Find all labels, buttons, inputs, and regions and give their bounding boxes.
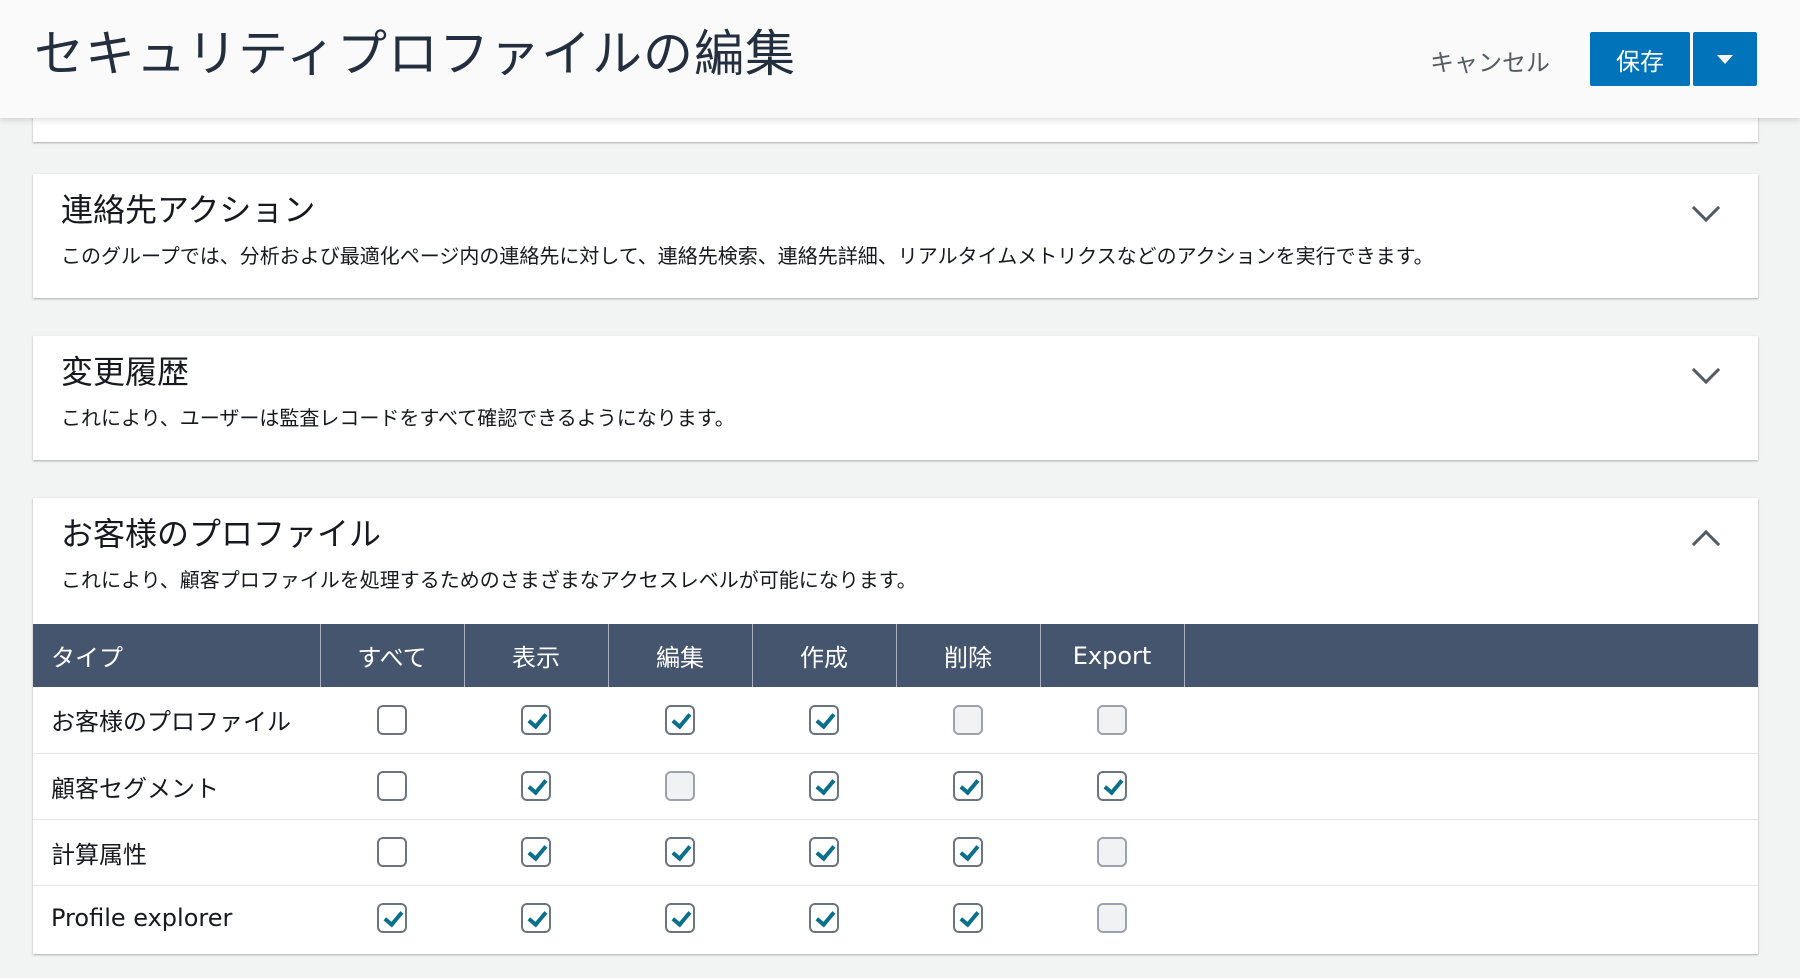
section-title: お客様のプロファイル	[61, 515, 382, 553]
checkbox-view[interactable]	[521, 771, 551, 801]
table-header-row: タイプ すべて 表示 編集 作成 削除 Export	[33, 624, 1758, 687]
section-customer-profiles: お客様のプロファイル これにより、顧客プロファイルを処理するためのさまざまなアク…	[33, 498, 1758, 954]
section-description: これにより、ユーザーは監査レコードをすべて確認できるようになります。	[61, 406, 735, 430]
permission-cell	[320, 687, 464, 754]
checkbox-all[interactable]	[377, 837, 407, 867]
permission-cell	[1040, 687, 1184, 754]
save-options-dropdown-button[interactable]	[1693, 32, 1757, 86]
checkbox-create[interactable]	[809, 837, 839, 867]
page-header: セキュリティプロファイルの編集 キャンセル 保存	[0, 0, 1800, 118]
permission-cell	[608, 753, 752, 820]
permission-cell	[320, 819, 464, 886]
checkbox-view[interactable]	[521, 704, 551, 735]
permission-cell	[1040, 753, 1184, 820]
row-type-label: 計算属性	[33, 819, 320, 886]
caret-down-icon	[1717, 54, 1733, 64]
checkbox-export	[1097, 903, 1127, 934]
filler-cell	[1184, 687, 1758, 754]
column-header-filler	[1184, 624, 1758, 687]
permission-cell	[752, 819, 896, 886]
section-change-history[interactable]: 変更履歴 これにより、ユーザーは監査レコードをすべて確認できるようになります。	[33, 336, 1758, 460]
checkbox-edit[interactable]	[665, 837, 695, 867]
section-title: 連絡先アクション	[61, 191, 316, 229]
permission-cell	[896, 753, 1040, 820]
chevron-down-icon[interactable]	[1691, 193, 1721, 223]
checkbox-edit[interactable]	[665, 903, 695, 934]
filler-cell	[1184, 819, 1758, 886]
column-header-edit: 編集	[608, 624, 753, 687]
checkbox-create[interactable]	[809, 771, 839, 801]
checkbox-delete	[953, 704, 983, 735]
table-row: 顧客セグメント	[33, 753, 1758, 820]
section-description: このグループでは、分析および最適化ページ内の連絡先に対して、連絡先検索、連絡先詳…	[61, 244, 1434, 268]
checkbox-edit[interactable]	[665, 704, 695, 735]
permission-cell	[752, 885, 896, 951]
column-header-all: すべて	[320, 624, 465, 687]
filler-cell	[1184, 753, 1758, 820]
checkbox-all[interactable]	[377, 903, 407, 934]
permission-cell	[1040, 819, 1184, 886]
checkbox-edit	[665, 771, 695, 801]
permission-cell	[752, 687, 896, 754]
filler-cell	[1184, 885, 1758, 951]
column-header-create: 作成	[752, 624, 897, 687]
permission-cell	[464, 753, 608, 820]
checkbox-view[interactable]	[521, 903, 551, 934]
checkbox-export[interactable]	[1097, 771, 1127, 801]
chevron-up-icon[interactable]	[1691, 529, 1721, 559]
permission-cell	[896, 687, 1040, 754]
permission-cell	[896, 885, 1040, 951]
chevron-down-icon[interactable]	[1691, 355, 1721, 385]
permission-cell	[464, 819, 608, 886]
table-row: Profile explorer	[33, 885, 1758, 951]
section-description: これにより、顧客プロファイルを処理するためのさまざまなアクセスレベルが可能になり…	[61, 568, 917, 592]
row-type-label: 顧客セグメント	[33, 753, 320, 820]
permission-cell	[1040, 885, 1184, 951]
table-row: 計算属性	[33, 819, 1758, 886]
row-type-label: Profile explorer	[51, 904, 233, 933]
permission-cell	[752, 753, 896, 820]
column-header-export: Export	[1040, 624, 1185, 687]
checkbox-export	[1097, 704, 1127, 735]
permissions-table: タイプ すべて 表示 編集 作成 削除 Export お客様のプロファイル 顧客セ…	[33, 624, 1758, 951]
checkbox-view[interactable]	[521, 837, 551, 867]
section-contact-actions[interactable]: 連絡先アクション このグループでは、分析および最適化ページ内の連絡先に対して、連…	[33, 174, 1758, 298]
column-header-delete: 削除	[896, 624, 1041, 687]
permission-cell	[320, 885, 464, 951]
permission-cell	[896, 819, 1040, 886]
checkbox-export	[1097, 837, 1127, 867]
permission-cell	[608, 885, 752, 951]
permission-cell	[608, 819, 752, 886]
column-header-type: タイプ	[33, 624, 321, 687]
checkbox-delete[interactable]	[953, 837, 983, 867]
save-button[interactable]: 保存	[1590, 32, 1690, 86]
checkbox-all[interactable]	[377, 704, 407, 735]
page-title: セキュリティプロファイルの編集	[34, 25, 796, 83]
row-type-label: お客様のプロファイル	[33, 687, 320, 754]
permission-cell	[608, 687, 752, 754]
permission-cell	[464, 885, 608, 951]
table-row: お客様のプロファイル	[33, 687, 1758, 754]
checkbox-delete[interactable]	[953, 903, 983, 934]
permission-cell	[464, 687, 608, 754]
section-title: 変更履歴	[61, 353, 190, 391]
permission-cell	[320, 753, 464, 820]
checkbox-create[interactable]	[809, 704, 839, 735]
cancel-button[interactable]: キャンセル	[1410, 38, 1570, 82]
checkbox-delete[interactable]	[953, 771, 983, 801]
checkbox-create[interactable]	[809, 903, 839, 934]
checkbox-all[interactable]	[377, 771, 407, 801]
column-header-view: 表示	[464, 624, 609, 687]
